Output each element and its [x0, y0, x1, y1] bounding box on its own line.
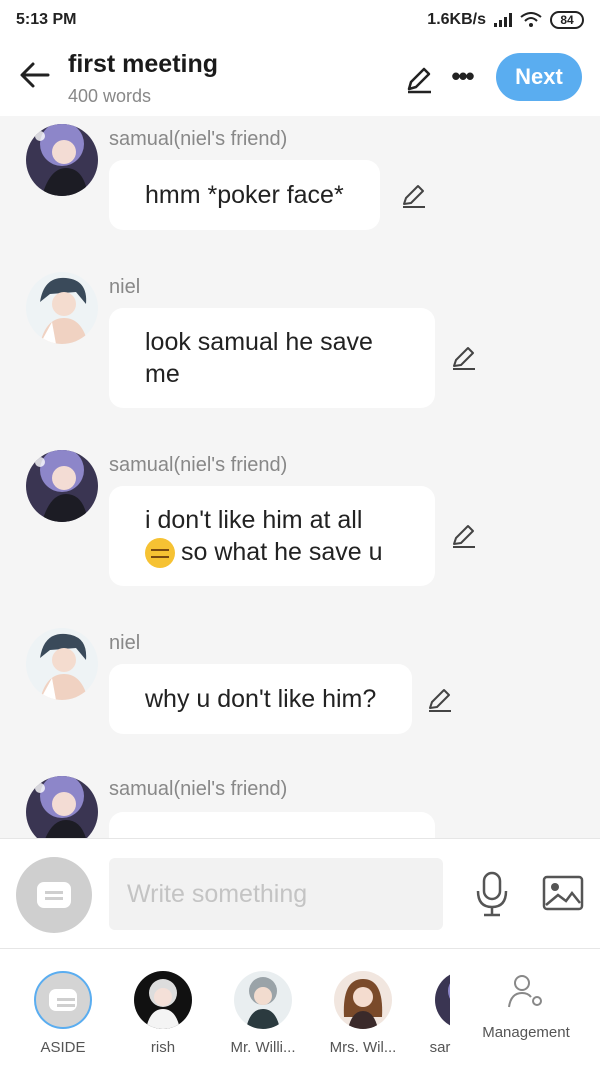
- character-bar: ASIDE rish Mr. Willi... Mrs. Wil... sar …: [0, 948, 600, 1067]
- message-composer: [0, 838, 600, 948]
- mr-william-avatar: [234, 971, 292, 1029]
- word-count: 400 words: [68, 86, 152, 106]
- character-label: rish: [150, 1039, 176, 1056]
- message-bubble[interactable]: why u don't like him?: [109, 664, 413, 734]
- management-label: Management: [482, 1024, 570, 1041]
- mrs-william-avatar: [334, 971, 392, 1029]
- message-text: why u don't like him?: [145, 685, 377, 713]
- character-label: sar: [429, 1039, 451, 1056]
- network-speed: 1.6KB/s: [427, 11, 486, 28]
- message-text: look samual he save me: [145, 328, 373, 388]
- more-options-icon[interactable]: •••: [446, 63, 478, 90]
- message-bubble[interactable]: hmm *poker face*: [109, 160, 380, 230]
- rish-avatar: [134, 971, 192, 1029]
- character-sar[interactable]: sar: [390, 971, 490, 1056]
- image-icon[interactable]: [542, 875, 584, 911]
- samual-avatar[interactable]: [26, 124, 98, 196]
- user-settings-icon: [508, 975, 542, 1008]
- edit-message-icon[interactable]: [400, 182, 428, 210]
- character-rish[interactable]: rish: [113, 971, 213, 1056]
- message-sender: samual(niel's friend): [109, 454, 288, 476]
- next-button[interactable]: Next: [496, 53, 582, 101]
- message-bubble[interactable]: [109, 812, 435, 838]
- message-input[interactable]: [109, 858, 443, 930]
- character-label: ASIDE: [40, 1039, 86, 1056]
- microphone-icon[interactable]: [474, 871, 510, 917]
- battery-icon: 84: [550, 11, 584, 29]
- aside-toggle-button[interactable]: [16, 857, 92, 933]
- edit-message-icon[interactable]: [426, 686, 454, 714]
- message-text: i don't like him at all so what he save …: [145, 504, 383, 569]
- samual-avatar[interactable]: [26, 776, 98, 838]
- message-text: hmm *poker face*: [145, 181, 344, 209]
- message-sender: samual(niel's friend): [109, 778, 288, 800]
- character-aside[interactable]: ASIDE: [13, 971, 113, 1056]
- wifi-icon: [520, 12, 542, 27]
- message-sender: niel: [109, 276, 141, 298]
- back-arrow-icon[interactable]: [18, 58, 52, 92]
- expressionless-face-emoji: [145, 538, 175, 569]
- edit-pencil-icon[interactable]: [404, 64, 434, 94]
- aside-avatar: [34, 971, 92, 1029]
- niel-avatar[interactable]: [26, 628, 98, 700]
- aside-icon: [37, 882, 71, 908]
- management-button[interactable]: Management: [478, 973, 574, 1041]
- message-sender: niel: [109, 632, 141, 654]
- message-bubble[interactable]: look samual he save me: [109, 308, 435, 408]
- edit-message-icon[interactable]: [450, 522, 478, 550]
- status-icons: 1.6KB/s 84: [427, 11, 584, 29]
- message-sender: samual(niel's friend): [109, 128, 288, 150]
- story-title: first meeting: [68, 50, 219, 78]
- message-bubble[interactable]: i don't like him at all so what he save …: [109, 486, 435, 586]
- aside-icon: [49, 989, 77, 1011]
- status-time: 5:13 PM: [16, 11, 77, 28]
- character-mr-william[interactable]: Mr. Willi...: [213, 971, 313, 1056]
- status-bar: 5:13 PM 1.6KB/s 84: [0, 0, 600, 40]
- character-label: Mr. Willi...: [230, 1039, 296, 1056]
- samual-avatar[interactable]: [26, 450, 98, 522]
- niel-avatar[interactable]: [26, 272, 98, 344]
- chat-area[interactable]: samual(niel's friend) hmm *poker face* n…: [0, 116, 600, 838]
- signal-icon: [494, 13, 512, 27]
- edit-message-icon[interactable]: [450, 344, 478, 372]
- app-header: first meeting 400 words ••• Next: [0, 40, 600, 116]
